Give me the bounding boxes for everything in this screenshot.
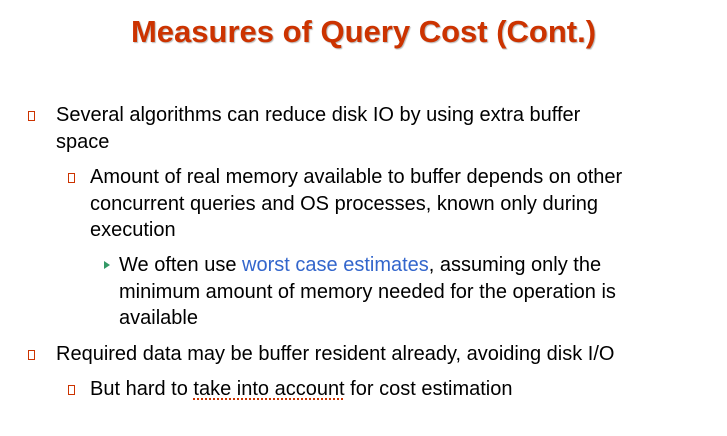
square-bullet-icon	[68, 385, 75, 395]
highlight-worst-case-estimates: worst case estimates	[242, 254, 429, 276]
bullet-1-line-2: space	[56, 130, 110, 153]
bullet-3-line-1-pre: We often use	[119, 254, 243, 276]
bullet-3-line-2: minimum amount of memory needed for the …	[119, 280, 616, 303]
bullet-4-line-1: Required data may be buffer resident alr…	[56, 343, 615, 365]
bullet-2-line-3: execution	[90, 219, 176, 241]
square-bullet-icon	[68, 173, 75, 183]
bullet-1-text: Several algorithms can reduce disk IO by…	[56, 102, 580, 155]
bullet-3-text: We often use worst case estimates, assum…	[119, 252, 616, 332]
bullet-3-line-1: We often use worst case estimates, assum…	[119, 252, 616, 279]
bullet-2-text: Amount of real memory available to buffe…	[90, 164, 622, 244]
bullet-2-line-2: concurrent queries and OS processes, kno…	[90, 192, 599, 215]
bullet-4-text: Required data may be buffer resident alr…	[56, 341, 614, 368]
bullet-5-post: for cost estimation	[344, 378, 513, 400]
bullet-3-line-3: available	[119, 307, 198, 329]
bullet-5-text: But hard to take into account for cost e…	[90, 376, 512, 403]
slide-title: Measures of Query Cost (Cont.)	[130, 14, 597, 49]
bullet-2-line-1: Amount of real memory available to buffe…	[90, 166, 623, 188]
square-bullet-icon	[28, 350, 35, 360]
arrow-bullet-icon	[104, 261, 110, 269]
square-bullet-icon	[28, 111, 35, 121]
bullet-5-pre: But hard to	[90, 378, 194, 400]
bullet-1-line-1: Several algorithms can reduce disk IO by…	[56, 104, 581, 126]
bullet-3-line-1-post: , assuming only the	[428, 254, 602, 276]
bullet-5-line-1: But hard to take into account for cost e…	[90, 376, 512, 403]
spellcheck-underlined-text: take into account	[193, 378, 345, 400]
